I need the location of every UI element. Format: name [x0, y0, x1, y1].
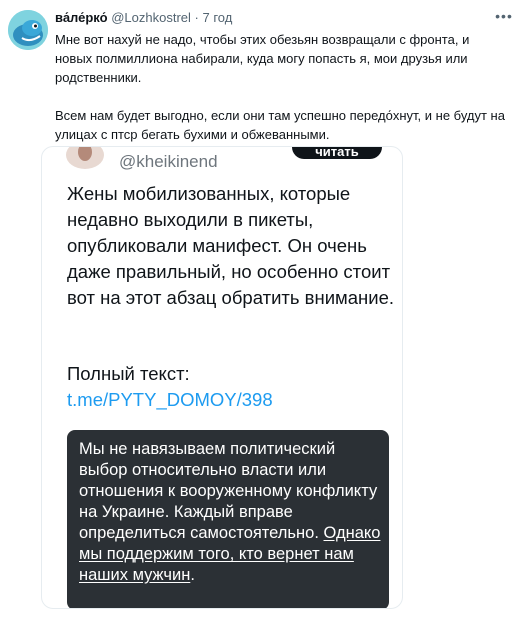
author-handle[interactable]: @Lozhkostrel: [111, 10, 191, 25]
post-header: ва́ле́рко́ @Lozhkostrel · 7 год: [55, 10, 492, 26]
avatar[interactable]: [8, 10, 48, 50]
full-text-line: Полный текст: t.me/PYTY_DOMOY/398: [67, 361, 397, 413]
separator: ·: [194, 10, 199, 25]
timestamp[interactable]: 7 год: [203, 10, 233, 25]
quoted-paragraph: Жены мобилизованных, которые недавно вых…: [67, 183, 395, 308]
post-text: Мне вот нахуй не надо, чтобы этих обезья…: [55, 30, 510, 144]
read-button[interactable]: читать: [292, 147, 382, 159]
manifesto-excerpt: Мы не навязываем политический выбор отно…: [67, 430, 389, 608]
full-text-link[interactable]: t.me/PYTY_DOMOY/398: [67, 389, 273, 410]
quoted-avatar: [66, 147, 104, 169]
quoted-tweet-content: @kheikinend читать Жены мобилизованных, …: [42, 147, 402, 608]
excerpt-text: Мы не навязываем политический выбор отно…: [79, 439, 384, 586]
quoted-tweet-card[interactable]: @kheikinend читать Жены мобилизованных, …: [41, 146, 403, 609]
quoted-text: Жены мобилизованных, которые недавно вых…: [67, 181, 397, 311]
more-horizontal-icon: •••: [495, 8, 513, 24]
quoted-handle: @kheikinend: [119, 152, 218, 171]
excerpt-end: .: [190, 566, 195, 584]
post-paragraph-2: Всем нам будет выгодно, если они там усп…: [55, 108, 505, 142]
post: ва́ле́рко́ @Lozhkostrel · 7 год ••• Мне …: [0, 0, 522, 617]
full-text-label: Полный текст:: [67, 363, 190, 384]
author-name[interactable]: ва́ле́рко́: [55, 10, 108, 25]
more-button[interactable]: •••: [494, 8, 514, 24]
post-paragraph-1: Мне вот нахуй не надо, чтобы этих обезья…: [55, 32, 470, 85]
dino-avatar-icon: [8, 10, 48, 50]
